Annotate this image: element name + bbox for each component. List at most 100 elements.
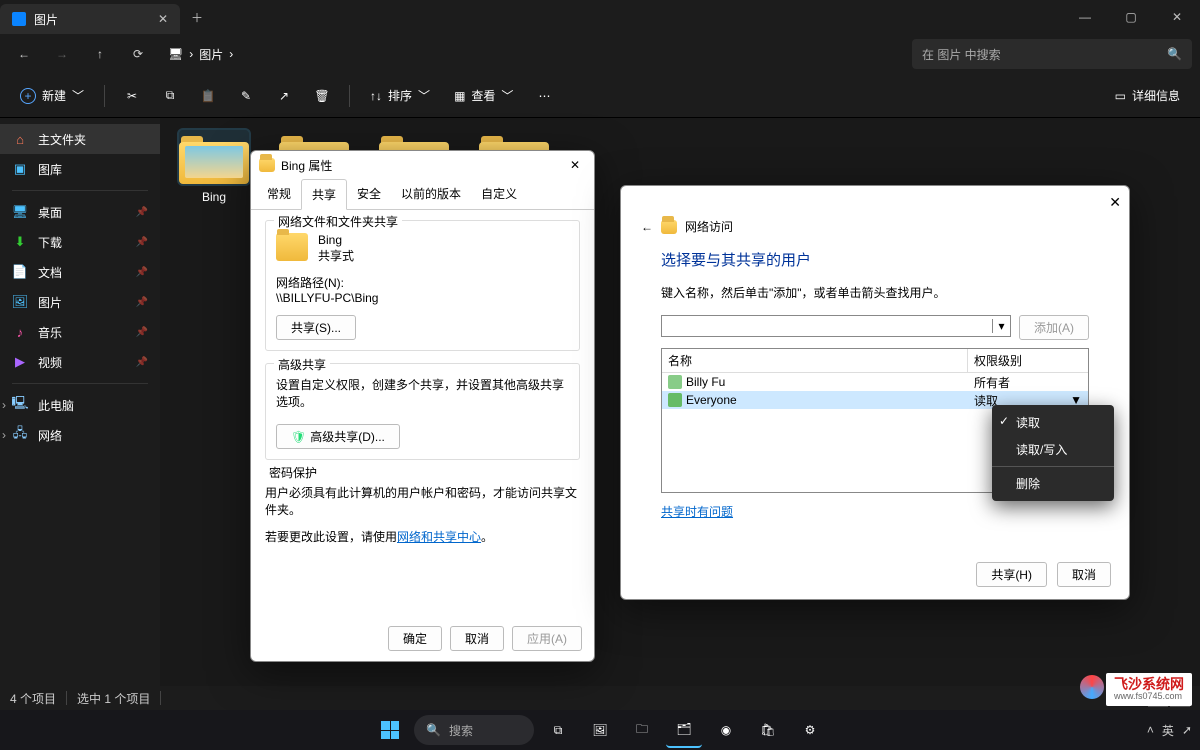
permission-menu: 读取 读取/写入 删除 [992, 405, 1114, 501]
search-input[interactable]: 在 图片 中搜索 🔍 [912, 39, 1192, 69]
dialog-heading: 选择要与其共享的用户 [661, 249, 1089, 270]
dialog-tabs: 常规 共享 安全 以前的版本 自定义 [251, 179, 594, 210]
start-button[interactable] [372, 712, 408, 748]
column-name[interactable]: 名称 [662, 349, 968, 372]
sidebar-item-documents[interactable]: 📄文档📌 [0, 257, 160, 287]
pictures-icon [12, 12, 26, 26]
taskbar-explorer[interactable]: 🗂 [666, 712, 702, 748]
paste-button[interactable]: 📋 [191, 80, 225, 112]
sidebar-item-network[interactable]: 🖧网络 [0, 420, 160, 450]
more-button[interactable]: ⋯ [527, 80, 561, 112]
close-tab-icon[interactable]: ✕ [158, 12, 168, 26]
watermark-icon [1080, 675, 1104, 699]
ok-button[interactable]: 确定 [388, 626, 442, 651]
taskbar-search[interactable]: 🔍搜索 [414, 715, 534, 745]
advanced-share-button[interactable]: 🛡高级共享(D)... [276, 424, 400, 449]
share-button[interactable]: 共享(H) [976, 562, 1047, 587]
apply-button[interactable]: 应用(A) [512, 626, 582, 651]
tab-general[interactable]: 常规 [257, 179, 301, 209]
details-pane-button[interactable]: ▭ 详细信息 [1105, 80, 1190, 112]
pin-icon: 📌 [136, 297, 148, 308]
group-title: 网络文件和文件夹共享 [274, 213, 402, 230]
refresh-button[interactable]: ⟳ [122, 38, 154, 70]
add-button[interactable]: 添加(A) [1019, 315, 1089, 340]
chevron-down-icon[interactable]: ▾ [992, 319, 1010, 333]
taskbar-settings[interactable]: ⚙ [792, 712, 828, 748]
separator [349, 85, 350, 107]
pin-icon: 📌 [136, 357, 148, 368]
sidebar-item-desktop[interactable]: 🖥桌面📌 [0, 197, 160, 227]
close-icon[interactable]: ✕ [564, 156, 586, 174]
menu-item-readwrite[interactable]: 读取/写入 [992, 436, 1114, 463]
tab-security[interactable]: 安全 [347, 179, 391, 209]
folder-bing[interactable]: Bing [172, 130, 256, 204]
sidebar-item-home[interactable]: ⌂主文件夹 [0, 124, 160, 154]
dialog-titlebar[interactable]: Bing 属性 ✕ [251, 151, 594, 179]
up-button[interactable]: ↑ [84, 38, 116, 70]
new-button[interactable]: +新建﹀ [10, 80, 94, 112]
separator [66, 691, 67, 705]
back-button[interactable]: ← [641, 220, 653, 234]
sidebar-item-pictures[interactable]: 🖼图片📌 [0, 287, 160, 317]
back-button[interactable]: ← [8, 38, 40, 70]
home-icon: ⌂ [12, 131, 28, 147]
sidebar-item-gallery[interactable]: ▣图库 [0, 154, 160, 184]
minimize-button[interactable]: — [1062, 0, 1108, 34]
close-window-button[interactable]: ✕ [1154, 0, 1200, 34]
user-row[interactable]: Billy Fu 所有者 [662, 373, 1088, 391]
column-permission[interactable]: 权限级别 [968, 349, 1088, 372]
taskbar-edge[interactable]: ◉ [708, 712, 744, 748]
task-view-button[interactable]: ⧉ [540, 712, 576, 748]
menu-item-read[interactable]: 读取 [992, 409, 1114, 436]
tab-previous[interactable]: 以前的版本 [391, 179, 471, 209]
ime-indicator[interactable]: 英 [1162, 722, 1174, 739]
close-icon[interactable]: ✕ [1109, 194, 1121, 211]
separator [992, 466, 1114, 467]
sidebar-item-thispc[interactable]: 🖳此电脑 [0, 390, 160, 420]
rename-button[interactable]: ✎ [229, 80, 263, 112]
status-bar: 4 个项目 选中 1 个项目 [0, 686, 1200, 710]
new-tab-button[interactable]: ＋ [180, 0, 214, 34]
tab-pictures[interactable]: 图片 ✕ [0, 4, 180, 34]
taskbar: 🔍搜索 ⧉ 🖼 🗀 🗂 ◉ 🛍 ⚙ ˄ 英 ➚ [0, 710, 1200, 750]
taskbar-app[interactable]: 🗀 [624, 712, 660, 748]
copy-button[interactable]: ⧉ [153, 80, 187, 112]
share-button[interactable]: ↗ [267, 80, 301, 112]
tab-label: 图片 [34, 11, 58, 28]
share-button[interactable]: 共享(S)... [276, 315, 356, 340]
pin-icon: 📌 [136, 237, 148, 248]
menu-item-remove[interactable]: 删除 [992, 470, 1114, 497]
crumb-pictures[interactable]: 图片 [199, 46, 223, 63]
cancel-button[interactable]: 取消 [1057, 562, 1111, 587]
sidebar-item-videos[interactable]: ▶视频📌 [0, 347, 160, 377]
navigation-bar: ← → ↑ ⟳ 🖥 › 图片 › 在 图片 中搜索 🔍 [0, 34, 1200, 74]
delete-button[interactable]: 🗑 [305, 80, 339, 112]
taskbar-app[interactable]: 🖼 [582, 712, 618, 748]
user-combobox[interactable]: ▾ [661, 315, 1011, 337]
sidebar-item-downloads[interactable]: ⬇下载📌 [0, 227, 160, 257]
cut-button[interactable]: ✂ [115, 80, 149, 112]
tab-custom[interactable]: 自定义 [471, 179, 527, 209]
dialog-titlebar[interactable]: ✕ [621, 186, 1129, 218]
sharing-trouble-link[interactable]: 共享时有问题 [661, 505, 733, 519]
network-icon: 🖧 [12, 427, 28, 443]
sort-button[interactable]: ↑↓ 排序 ﹀ [360, 80, 440, 112]
maximize-button[interactable]: ▢ [1108, 0, 1154, 34]
network-center-link[interactable]: 网络和共享中心 [397, 530, 481, 544]
forward-button[interactable]: → [46, 38, 78, 70]
cancel-button[interactable]: 取消 [450, 626, 504, 651]
folder-icon [259, 158, 275, 172]
system-tray[interactable]: ˄ 英 ➚ [1147, 722, 1192, 739]
breadcrumb[interactable]: 🖥 › 图片 › [160, 46, 906, 63]
tab-sharing[interactable]: 共享 [301, 179, 347, 210]
view-button[interactable]: ▦ 查看 ﹀ [444, 80, 523, 112]
ime-icon[interactable]: ➚ [1182, 723, 1192, 737]
window-titlebar: 图片 ✕ ＋ — ▢ ✕ [0, 0, 1200, 34]
dialog-subtext: 键入名称，然后单击"添加"，或者单击箭头查找用户。 [661, 284, 1089, 301]
chevron-down-icon: ﹀ [418, 87, 430, 104]
document-icon: 📄 [12, 264, 28, 280]
sidebar-item-music[interactable]: ♪音乐📌 [0, 317, 160, 347]
tray-chevron-icon[interactable]: ˄ [1147, 723, 1154, 737]
dialog-title: 网络访问 [685, 218, 733, 235]
taskbar-store[interactable]: 🛍 [750, 712, 786, 748]
